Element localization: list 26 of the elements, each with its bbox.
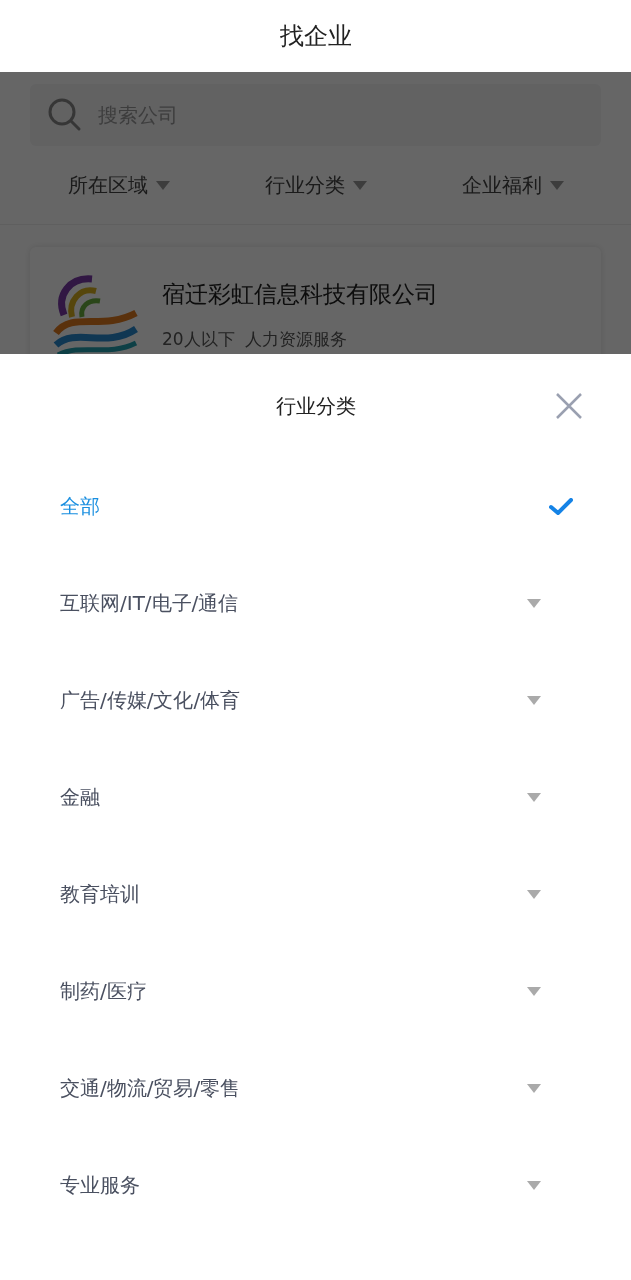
caret-icon [352, 180, 367, 190]
category-option[interactable]: 制药/医疗 [0, 943, 631, 1040]
company-name: 宿迁彩虹信息科技有限公司 [162, 280, 438, 309]
caret-icon [527, 987, 541, 996]
category-option[interactable]: 全部 [0, 458, 631, 555]
caret-icon [527, 793, 541, 802]
page-title: 找企业 [279, 21, 352, 52]
caret-icon [527, 890, 541, 899]
caret-icon [155, 180, 170, 190]
sheet-title: 行业分类 [275, 392, 356, 420]
category-option[interactable]: 金融 [0, 749, 631, 846]
category-option[interactable]: 交通/物流/贸易/零售 [0, 1040, 631, 1137]
category-option[interactable]: 专业服务 [0, 1137, 631, 1234]
check-icon [549, 497, 573, 516]
caret-icon [527, 1181, 541, 1190]
category-option[interactable]: 教育培训 [0, 846, 631, 943]
category-option[interactable]: 互联网/IT/电子/通信 [0, 555, 631, 652]
caret-icon [527, 599, 541, 608]
company-industry: 人力资源服务 [244, 328, 347, 351]
company-size: 20人以下 [162, 328, 235, 351]
category-option[interactable]: 广告/传媒/文化/体育 [0, 652, 631, 749]
caret-icon [549, 180, 564, 190]
search-icon [48, 98, 82, 132]
caret-icon [527, 696, 541, 705]
caret-icon [527, 1084, 541, 1093]
close-button[interactable] [555, 392, 583, 420]
